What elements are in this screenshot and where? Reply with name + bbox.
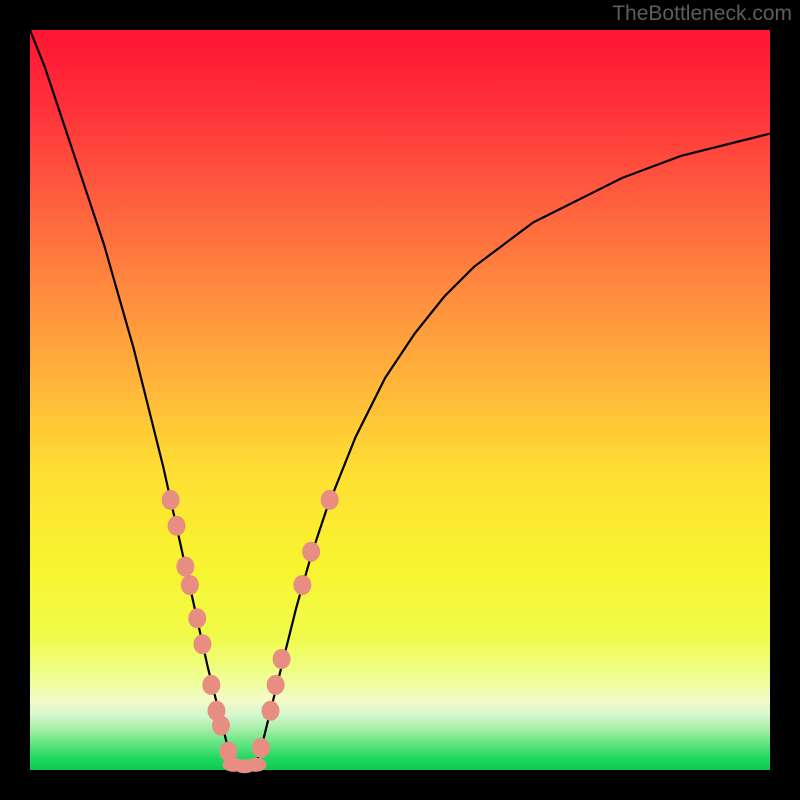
- measurement-dot: [245, 758, 267, 772]
- measurement-dot: [293, 575, 311, 595]
- measurement-dot: [202, 675, 220, 695]
- measurement-dot: [168, 516, 186, 536]
- measurement-dot: [273, 649, 291, 669]
- measurement-dot: [193, 634, 211, 654]
- gradient-background: [30, 30, 770, 770]
- measurement-dot: [267, 675, 285, 695]
- measurement-dot: [302, 542, 320, 562]
- measurement-dot: [162, 490, 180, 510]
- measurement-dot: [188, 608, 206, 628]
- bottleneck-chart: [0, 0, 800, 800]
- measurement-dot: [321, 490, 339, 510]
- measurement-dot: [262, 701, 280, 721]
- measurement-dot: [176, 557, 194, 577]
- measurement-dot: [181, 575, 199, 595]
- measurement-dot: [212, 716, 230, 736]
- watermark-text: TheBottleneck.com: [612, 2, 792, 26]
- chart-container: TheBottleneck.com: [0, 0, 800, 800]
- measurement-dot: [252, 738, 270, 758]
